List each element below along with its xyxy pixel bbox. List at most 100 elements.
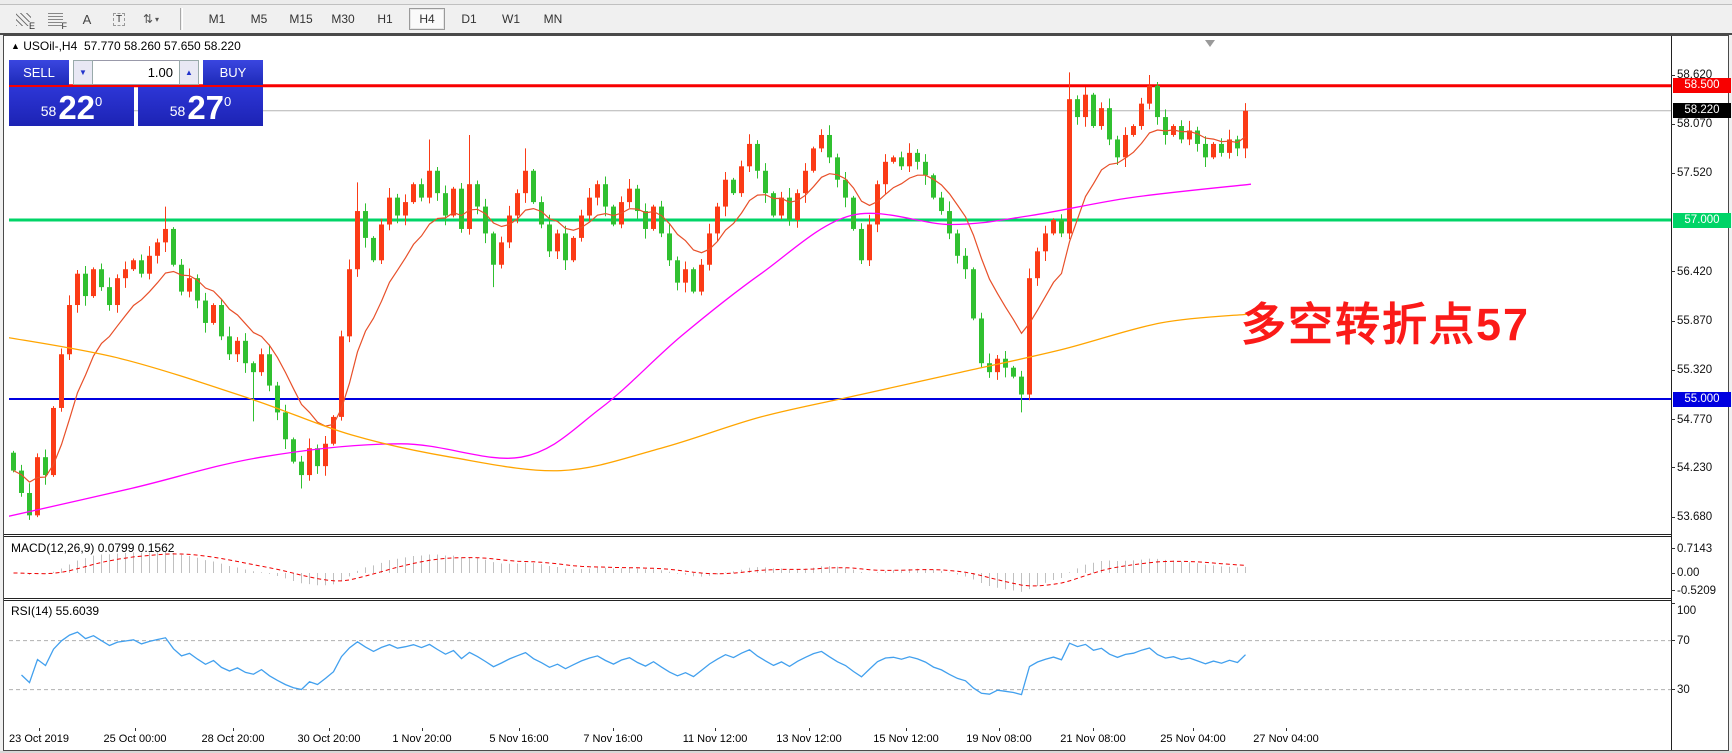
time-axis-label: 21 Nov 08:00 bbox=[1060, 733, 1125, 745]
candle-body bbox=[1211, 144, 1216, 157]
time-axis-label: 19 Nov 08:00 bbox=[966, 733, 1031, 745]
main-toolbar: EFAT ⇅▾ M1 M5 M15 M30 H1 H4 D1 W1 MN bbox=[0, 5, 1732, 35]
sell-button[interactable]: SELL bbox=[9, 60, 69, 85]
macd-scale-label: 0.00 bbox=[1677, 566, 1699, 580]
buy-price-pip: 0 bbox=[224, 95, 231, 108]
candle-body bbox=[819, 135, 824, 148]
timeframe-button-d1[interactable]: D1 bbox=[451, 8, 487, 30]
timeframe-button-m1[interactable]: M1 bbox=[199, 8, 235, 30]
timeframe-button-mn[interactable]: MN bbox=[535, 8, 571, 30]
candle-body bbox=[947, 211, 952, 233]
rsi-indicator-chart[interactable] bbox=[9, 601, 1671, 728]
sell-price-display[interactable]: 58 22 0 bbox=[9, 87, 134, 126]
candle-body bbox=[995, 359, 1000, 372]
timeframe-button-h4[interactable]: H4 bbox=[409, 8, 445, 30]
time-axis[interactable]: 23 Oct 201925 Oct 00:0028 Oct 20:0030 Oc… bbox=[4, 728, 1671, 750]
candle-body bbox=[795, 193, 800, 220]
time-tick bbox=[1286, 728, 1287, 731]
fibonacci-retracement-icon[interactable]: F bbox=[42, 8, 68, 30]
candle-body bbox=[923, 162, 928, 175]
candle-body bbox=[643, 211, 648, 229]
candle-body bbox=[667, 233, 672, 260]
rsi-scale-label: 70 bbox=[1677, 634, 1690, 648]
candle-body bbox=[251, 363, 256, 372]
candle-body bbox=[83, 274, 88, 296]
timeframe-button-m30[interactable]: M30 bbox=[325, 8, 361, 30]
candle-body bbox=[747, 144, 752, 166]
candle-body bbox=[1011, 368, 1016, 377]
price-tick bbox=[1671, 370, 1675, 371]
sell-price-main: 22 bbox=[58, 91, 95, 124]
candle-body bbox=[1091, 95, 1096, 126]
price-line-badge: 55.000 bbox=[1673, 392, 1731, 407]
candle-body bbox=[731, 180, 736, 193]
time-tick bbox=[1093, 728, 1094, 731]
candle-body bbox=[171, 229, 176, 265]
candle-body bbox=[699, 265, 704, 292]
candle-body bbox=[1099, 108, 1104, 126]
timeframe-button-w1[interactable]: W1 bbox=[493, 8, 529, 30]
candle-body bbox=[147, 256, 152, 274]
panel-divider[interactable] bbox=[4, 534, 1671, 537]
time-tick bbox=[422, 728, 423, 731]
candle-body bbox=[435, 171, 440, 193]
candle-body bbox=[267, 354, 272, 385]
time-tick bbox=[809, 728, 810, 731]
candle-body bbox=[587, 198, 592, 216]
candle-body bbox=[315, 448, 320, 466]
candle-body bbox=[307, 448, 312, 475]
candle-body bbox=[1203, 144, 1208, 157]
rsi-scale-label: 30 bbox=[1677, 683, 1690, 697]
chart-shift-marker-icon[interactable] bbox=[1205, 40, 1215, 47]
candle-body bbox=[563, 233, 568, 260]
candle-body bbox=[811, 148, 816, 170]
price-tick-label: 58.070 bbox=[1677, 117, 1712, 131]
candle-body bbox=[571, 238, 576, 260]
candle-body bbox=[1059, 220, 1064, 233]
ma-magenta-line bbox=[9, 184, 1251, 518]
time-axis-label: 23 Oct 2019 bbox=[9, 733, 69, 745]
collapse-icon[interactable]: ▲ bbox=[11, 41, 20, 51]
candle-body bbox=[1027, 278, 1032, 394]
candle-body bbox=[1035, 251, 1040, 278]
ma-orange-line bbox=[9, 314, 1251, 471]
candle-body bbox=[1179, 126, 1184, 139]
price-tick bbox=[1671, 467, 1675, 468]
drawing-tools-group: EFAT ⇅▾ bbox=[0, 8, 174, 30]
price-tick bbox=[1671, 271, 1675, 272]
arrow-tools-icon[interactable]: ⇅▾ bbox=[138, 8, 164, 30]
candle-body bbox=[419, 184, 424, 197]
candle-body bbox=[915, 153, 920, 162]
candle-body bbox=[635, 189, 640, 211]
candle-body bbox=[427, 171, 432, 198]
macd-tick bbox=[1671, 548, 1675, 549]
buy-button[interactable]: BUY bbox=[203, 60, 263, 85]
candle-body bbox=[883, 162, 888, 184]
equidistant-channel-icon[interactable]: E bbox=[10, 8, 36, 30]
candle-body bbox=[99, 269, 104, 287]
volume-increase-button[interactable]: ▲ bbox=[179, 60, 199, 85]
volume-input[interactable] bbox=[93, 60, 179, 85]
candle-body bbox=[955, 233, 960, 255]
candle-body bbox=[483, 207, 488, 234]
time-tick bbox=[906, 728, 907, 731]
candle-body bbox=[899, 157, 904, 166]
price-tick-label: 57.520 bbox=[1677, 166, 1712, 180]
timeframe-button-m5[interactable]: M5 bbox=[241, 8, 277, 30]
candle-body bbox=[67, 305, 72, 354]
volume-decrease-button[interactable]: ▼ bbox=[73, 60, 93, 85]
time-tick bbox=[519, 728, 520, 731]
chart-window[interactable]: ▲ USOil-,H4 57.770 58.260 57.650 58.220 … bbox=[3, 35, 1729, 751]
candle-body bbox=[219, 305, 224, 336]
text-label-icon[interactable]: T bbox=[106, 8, 132, 30]
candle-body bbox=[507, 216, 512, 243]
buy-price-display[interactable]: 58 27 0 bbox=[138, 87, 263, 126]
timeframe-button-h1[interactable]: H1 bbox=[367, 8, 403, 30]
candle-body bbox=[371, 238, 376, 260]
text-icon[interactable]: A bbox=[74, 8, 100, 30]
macd-indicator-chart[interactable] bbox=[9, 538, 1671, 598]
candle-body bbox=[971, 269, 976, 318]
time-tick bbox=[329, 728, 330, 731]
timeframe-button-m15[interactable]: M15 bbox=[283, 8, 319, 30]
symbol-timeframe-label: USOil-,H4 bbox=[23, 39, 77, 53]
